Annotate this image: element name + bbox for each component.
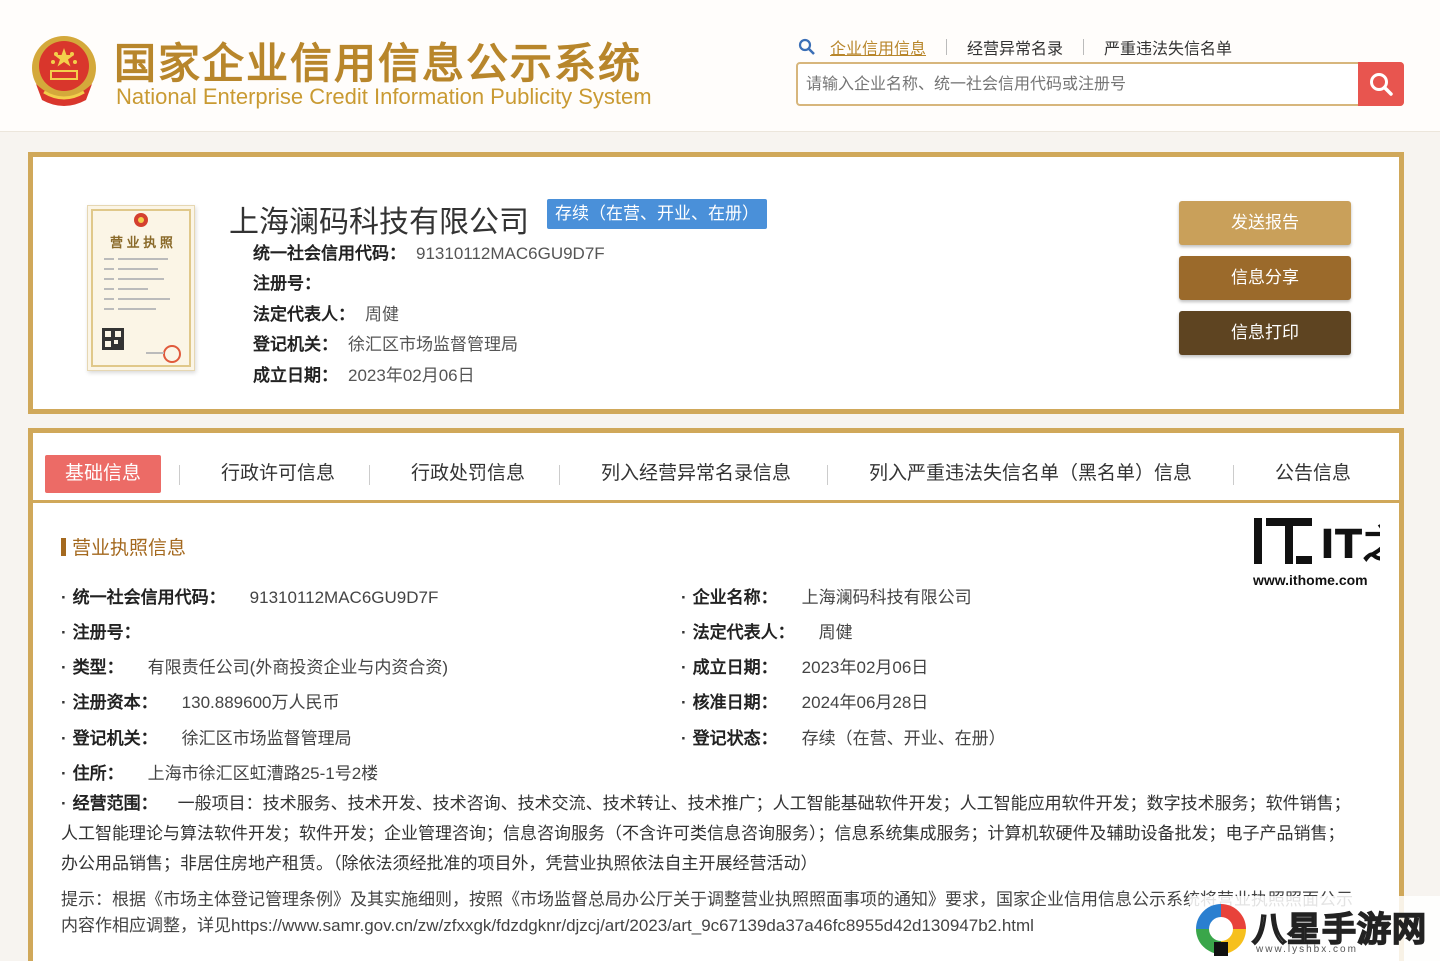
summary-established: 成立日期： 2023年02月06日 <box>253 361 475 386</box>
nav-enterprise-credit[interactable]: 企业信用信息 <box>830 35 926 59</box>
reg-no-label: 注册号： <box>253 274 321 293</box>
field-established: · 成立日期： 2023年02月06日 <box>681 658 929 677</box>
search-small-icon <box>798 38 815 55</box>
field-address: · 住所： 上海市徐汇区虹漕路25-1号2楼 <box>61 764 379 783</box>
nav-blacklist[interactable]: 严重违法失信名单 <box>1104 35 1232 59</box>
field-label: 登记机关： <box>72 729 158 748</box>
section-title-text: 营业执照信息 <box>72 538 187 559</box>
site-header: 国家企业信用信息公示系统 National Enterprise Credit … <box>0 0 1440 132</box>
summary-reg-no: 注册号： <box>253 269 331 294</box>
field-label: 登记状态： <box>692 729 778 748</box>
established-label: 成立日期： <box>253 366 338 385</box>
field-label: 类型： <box>72 658 124 677</box>
authority-label: 登记机关： <box>253 335 338 354</box>
credit-code-value: 91310112MAC6GU9D7F <box>416 244 605 263</box>
field-value: 130.889600万人民币 <box>181 693 340 712</box>
established-value: 2023年02月06日 <box>348 366 475 385</box>
print-info-button[interactable]: 信息打印 <box>1179 311 1351 355</box>
summary-credit-code: 统一社会信用代码： 91310112MAC6GU9D7F <box>253 239 605 264</box>
field-value: 2024年06月28日 <box>801 693 929 712</box>
summary-authority: 登记机关： 徐汇区市场监督管理局 <box>253 330 518 355</box>
tab-basic-info[interactable]: 基础信息 <box>45 455 162 493</box>
company-summary-card: 营 业 执 照 上海澜码科技有限公司 存续（在营、开业、在册） 统一社会信用代码… <box>28 152 1404 414</box>
tab-divider <box>369 465 370 485</box>
tab-blacklist[interactable]: 列入严重违法失信名单（黑名单）信息 <box>869 455 1192 493</box>
tab-admin-penalty[interactable]: 行政处罚信息 <box>411 455 525 493</box>
field-label: 成立日期： <box>692 658 778 677</box>
nav-abnormal-list[interactable]: 经营异常名录 <box>967 35 1063 59</box>
section-title-bar <box>61 537 66 556</box>
field-value: 存续（在营、开业、在册） <box>801 729 1006 748</box>
ithome-url: www.ithome.com <box>1253 572 1368 588</box>
field-label: 法定代表人： <box>692 623 795 642</box>
tab-divider <box>179 465 180 485</box>
status-badge: 存续（在营、开业、在册） <box>547 199 767 229</box>
detail-panel: 基础信息 行政许可信息 行政处罚信息 列入经营异常名录信息 列入严重违法失信名单… <box>28 428 1404 961</box>
field-company-name: · 企业名称： 上海澜码科技有限公司 <box>681 588 972 607</box>
field-label: 统一社会信用代码： <box>72 588 226 607</box>
tab-abnormal-list[interactable]: 列入经营异常名录信息 <box>601 455 791 493</box>
scope-value: 一般项目：技术服务、技术开发、技术咨询、技术交流、技术转让、技术推广；人工智能基… <box>61 794 1351 873</box>
tab-divider <box>1233 465 1234 485</box>
section-title: 营业执照信息 <box>61 533 186 560</box>
field-value: 有限责任公司(外商投资企业与内资合资) <box>147 658 448 677</box>
tab-announcements[interactable]: 公告信息 <box>1275 455 1351 493</box>
business-scope: · 经营范围： 一般项目：技术服务、技术开发、技术咨询、技术交流、技术转让、技术推广… <box>61 794 1351 873</box>
business-license-image[interactable]: 营 业 执 照 <box>87 205 195 371</box>
search-button[interactable] <box>1358 62 1404 106</box>
legal-rep-label: 法定代表人： <box>253 305 355 324</box>
business-license-icon <box>91 209 191 367</box>
field-value: 徐汇区市场监督管理局 <box>181 729 352 748</box>
ithome-logo-text: IT之家 <box>1320 522 1380 568</box>
site-watermark: 八星手游网 www.lyshbx.com <box>1190 896 1440 961</box>
nav-divider <box>1083 39 1085 55</box>
search-icon <box>1370 73 1393 96</box>
colorful-logo-icon <box>1196 904 1246 956</box>
company-name: 上海澜码科技有限公司 <box>229 206 529 239</box>
site-watermark-url: www.lyshbx.com <box>1256 944 1358 955</box>
search-box <box>796 62 1404 106</box>
field-label: 注册号： <box>72 623 141 642</box>
share-info-button[interactable]: 信息分享 <box>1179 256 1351 300</box>
tab-admin-license[interactable]: 行政许可信息 <box>221 455 335 493</box>
site-title-cn: 国家企业信用信息公示系统 <box>114 40 643 87</box>
credit-code-label: 统一社会信用代码： <box>253 244 406 263</box>
notice-tip: 提示：根据《市场主体登记管理条例》及其实施细则，按照《市场监督总局办公厅关于调整… <box>61 890 1353 935</box>
field-value: 上海市徐汇区虹漕路25-1号2楼 <box>147 764 379 783</box>
authority-value: 徐汇区市场监督管理局 <box>348 335 518 354</box>
tab-divider <box>827 465 828 485</box>
field-value: 2023年02月06日 <box>801 658 929 677</box>
field-approved: · 核准日期： 2024年06月28日 <box>681 693 929 712</box>
field-authority: · 登记机关： 徐汇区市场监督管理局 <box>61 729 352 748</box>
top-nav: 企业信用信息 经营异常名录 严重违法失信名单 <box>798 36 1232 58</box>
search-input[interactable] <box>806 72 1346 98</box>
national-emblem-icon <box>32 36 96 106</box>
field-capital: · 注册资本： 130.889600万人民币 <box>61 693 340 712</box>
info-tabs: 基础信息 行政许可信息 行政处罚信息 列入经营异常名录信息 列入严重违法失信名单… <box>33 433 1399 503</box>
field-label: 核准日期： <box>692 693 778 712</box>
license-caption: 营 业 执 照 <box>110 235 173 250</box>
field-label: 住所： <box>72 764 124 783</box>
field-value: 周健 <box>818 623 853 642</box>
field-reg-no: · 注册号： <box>61 623 141 642</box>
field-reg-status: · 登记状态： 存续（在营、开业、在册） <box>681 729 1006 748</box>
site-title-en: National Enterprise Credit Information P… <box>116 84 652 109</box>
legal-rep-value: 周健 <box>365 305 399 324</box>
send-report-button[interactable]: 发送报告 <box>1179 201 1351 245</box>
field-type: · 类型： 有限责任公司(外商投资企业与内资合资) <box>61 658 448 677</box>
summary-legal-rep: 法定代表人： 周健 <box>253 300 399 325</box>
field-value: 91310112MAC6GU9D7F <box>249 588 439 607</box>
field-label: 企业名称： <box>692 588 778 607</box>
field-credit-code: · 统一社会信用代码： 91310112MAC6GU9D7F <box>61 588 439 607</box>
nav-divider <box>946 39 948 55</box>
field-legal-rep: · 法定代表人： 周健 <box>681 623 853 642</box>
scope-label: 经营范围： <box>72 794 158 813</box>
field-label: 注册资本： <box>72 693 158 712</box>
field-value: 上海澜码科技有限公司 <box>801 588 972 607</box>
tab-divider <box>559 465 560 485</box>
